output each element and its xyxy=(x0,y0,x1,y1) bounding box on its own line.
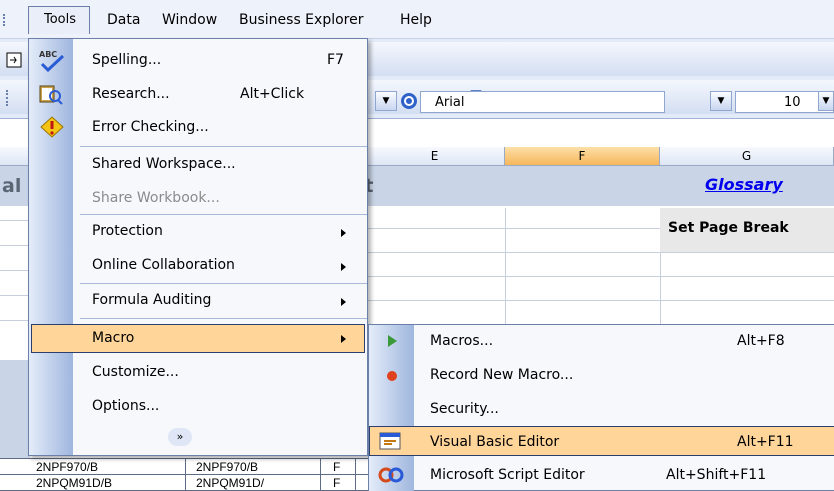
menu-item-options[interactable]: Options... xyxy=(92,398,159,414)
research-book-icon xyxy=(39,85,63,105)
submenu-item-security[interactable]: Security... xyxy=(430,401,499,417)
gridline xyxy=(185,458,186,491)
submenu-arrow-icon xyxy=(341,298,346,306)
gridline xyxy=(368,252,834,253)
menu-tools-label: Tools xyxy=(44,12,77,27)
submenu-arrow-icon xyxy=(341,335,346,343)
toolbar-grip[interactable] xyxy=(6,90,10,106)
shortcut-spelling: F7 xyxy=(327,52,344,68)
font-name-box[interactable]: Arial xyxy=(420,91,665,113)
font-dropdown-arrow[interactable]: ▼ xyxy=(710,91,732,111)
menu-separator xyxy=(80,283,367,284)
menu-item-protection[interactable]: Protection xyxy=(92,223,163,239)
shortcut-macros: Alt+F8 xyxy=(737,333,785,349)
menu-item-online-collaboration[interactable]: Online Collaboration xyxy=(92,257,235,273)
vb-editor-icon xyxy=(379,432,401,450)
column-header-f[interactable]: F xyxy=(505,147,660,165)
svg-text:ABC: ABC xyxy=(39,50,57,59)
submenu-item-microsoft-script-editor[interactable]: Microsoft Script Editor xyxy=(430,467,585,483)
menu-data[interactable]: Data xyxy=(107,12,140,28)
table-cell[interactable]: F xyxy=(333,476,340,490)
menu-business-explorer[interactable]: Business Explorer xyxy=(239,12,363,28)
gridline xyxy=(355,458,356,491)
gridline xyxy=(0,320,30,321)
submenu-arrow-icon xyxy=(341,229,346,237)
shortcut-microsoft-script-editor: Alt+Shift+F11 xyxy=(666,467,767,483)
menu-separator xyxy=(80,318,367,319)
set-page-break-button[interactable]: Set Page Break xyxy=(660,208,834,252)
set-page-break-label: Set Page Break xyxy=(668,220,789,236)
submenu-arrow-icon xyxy=(341,263,346,271)
table-cell[interactable]: 2NPF970/B xyxy=(196,460,258,474)
gridline xyxy=(0,245,30,246)
save-icon[interactable] xyxy=(6,52,22,68)
gridline xyxy=(0,270,30,271)
gridline xyxy=(505,208,506,324)
menu-help[interactable]: Help xyxy=(400,12,432,28)
spelling-abc-icon: ABC xyxy=(39,50,65,72)
table-cell[interactable]: F xyxy=(333,460,340,474)
shortcut-visual-basic-editor: Alt+F11 xyxy=(737,434,794,450)
gridline xyxy=(368,276,834,277)
submenu-item-macros[interactable]: Macros... xyxy=(430,333,493,349)
column-header-g[interactable]: G xyxy=(660,147,834,165)
menu-window[interactable]: Window xyxy=(162,12,217,28)
font-size-dropdown-arrow[interactable]: ▼ xyxy=(818,91,834,111)
error-check-diamond-icon xyxy=(40,116,64,138)
table-cell[interactable]: 2NPQM91D/ xyxy=(196,476,264,490)
gridline xyxy=(368,228,660,229)
menu-separator xyxy=(80,214,367,215)
menu-tools[interactable]: Tools xyxy=(28,6,90,34)
script-editor-icon xyxy=(378,467,404,483)
expand-menu-chevron-icon[interactable]: » xyxy=(168,428,192,446)
gridline xyxy=(320,458,321,491)
menu-item-error-checking[interactable]: Error Checking... xyxy=(92,119,209,135)
table-cell[interactable]: 2NPQM91D/B xyxy=(36,476,112,490)
table-header-band xyxy=(0,360,30,458)
tools-menu xyxy=(28,38,368,456)
menu-item-shared-workspace[interactable]: Shared Workspace... xyxy=(92,156,236,172)
report-title-left-fragment: al xyxy=(2,175,22,197)
glossary-link[interactable]: Glossary xyxy=(705,175,783,194)
gridline xyxy=(0,220,30,221)
record-dot-icon xyxy=(387,371,397,381)
menu-separator xyxy=(80,146,367,147)
menu-item-formula-auditing[interactable]: Formula Auditing xyxy=(92,292,211,308)
gridline xyxy=(660,252,661,324)
menu-item-macro-label: Macro xyxy=(92,330,135,346)
play-triangle-icon xyxy=(388,335,397,347)
table-cell[interactable]: 2NPF970/B xyxy=(36,460,98,474)
font-size-value: 10 xyxy=(784,95,801,110)
shortcut-research: Alt+Click xyxy=(240,86,305,102)
gridline xyxy=(0,295,30,296)
help-icon[interactable] xyxy=(400,92,418,110)
menu-item-customize[interactable]: Customize... xyxy=(92,364,179,380)
menu-item-spelling[interactable]: Spelling... xyxy=(92,52,161,68)
column-header-e[interactable]: E xyxy=(365,147,505,165)
menubar-grip[interactable] xyxy=(3,14,7,26)
font-name-value: Arial xyxy=(435,95,465,110)
menu-item-macro[interactable] xyxy=(31,324,365,353)
submenu-item-visual-basic-editor-label: Visual Basic Editor xyxy=(430,434,560,450)
menu-item-research[interactable]: Research... xyxy=(92,86,170,102)
gridline xyxy=(368,300,834,301)
submenu-item-record-new-macro[interactable]: Record New Macro... xyxy=(430,367,573,383)
menu-item-share-workbook: Share Workbook... xyxy=(92,190,220,206)
zoom-dropdown-arrow[interactable]: ▼ xyxy=(375,91,397,111)
